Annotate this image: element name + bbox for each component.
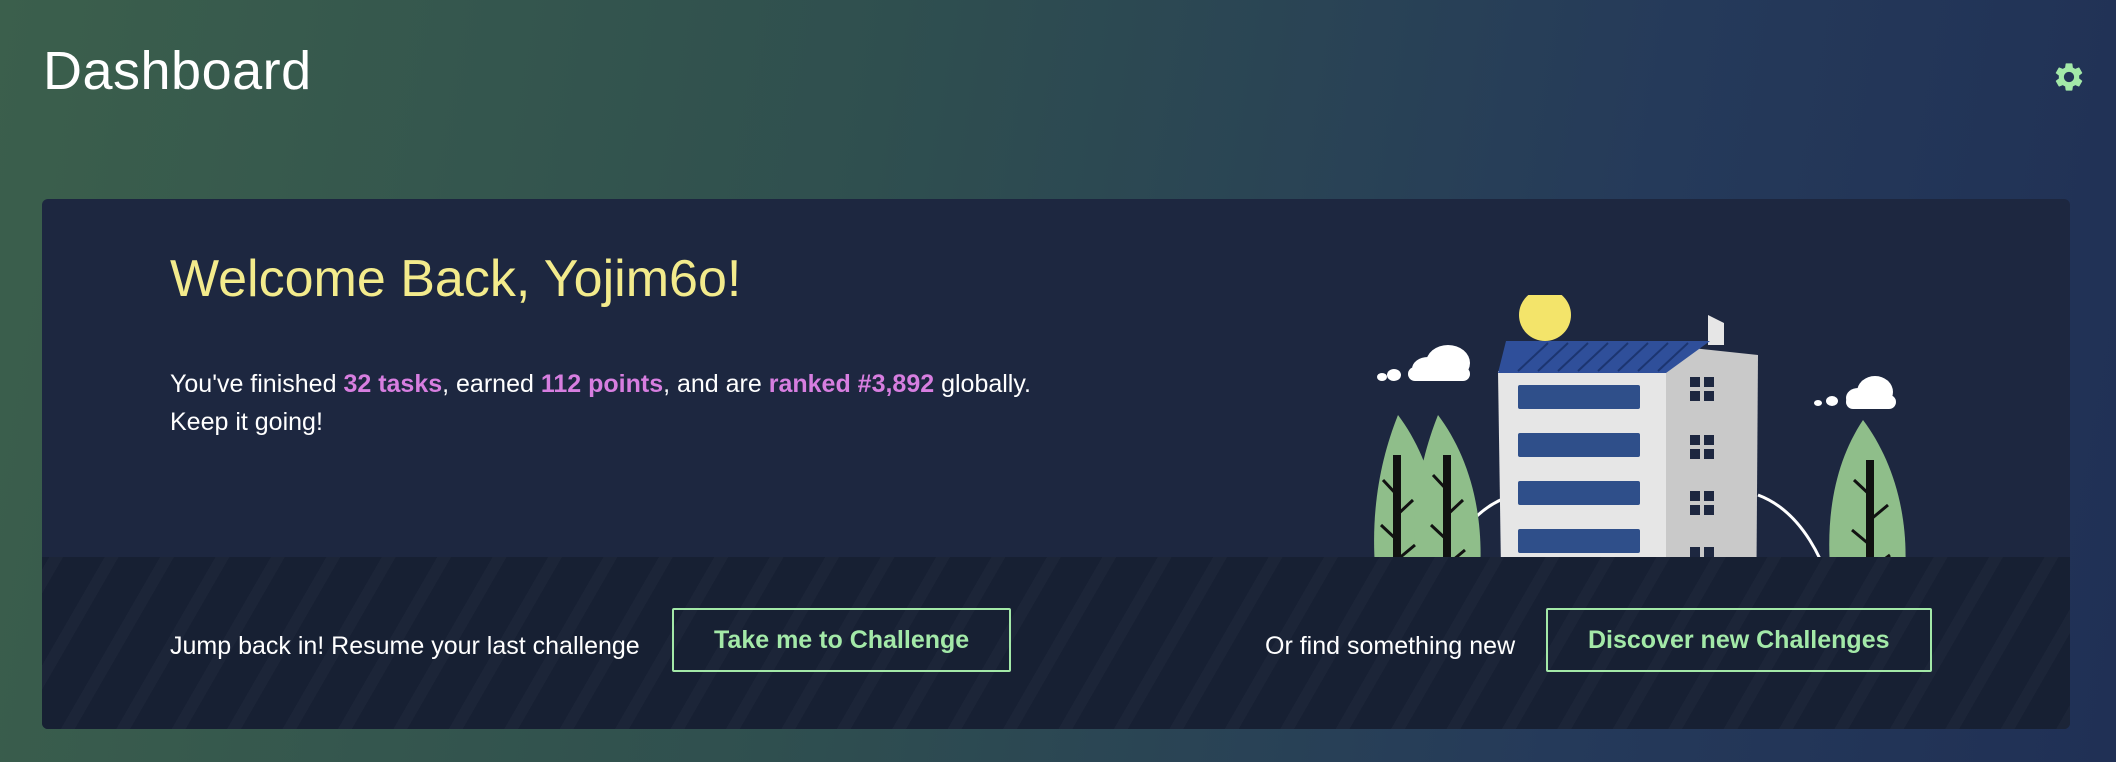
resume-prompt: Jump back in! Resume your last challenge <box>170 632 640 660</box>
page-title: Dashboard <box>43 41 312 101</box>
take-me-to-challenge-button[interactable]: Take me to Challenge <box>672 608 1012 672</box>
tasks-count: 32 tasks <box>343 370 443 398</box>
welcome-heading: Welcome Back, Yojim6o! <box>170 250 742 308</box>
global-rank: ranked #3,892 <box>768 370 935 398</box>
points-count: 112 points <box>540 370 664 398</box>
welcome-card: Welcome Back, Yojim6o! You've finished 3… <box>42 199 2070 729</box>
discover-new-challenges-button[interactable]: Discover new Challenges <box>1546 608 1932 672</box>
encouragement-text: Keep it going! <box>170 408 323 436</box>
summary-text: globally. <box>934 370 1031 398</box>
summary-text: , and are <box>663 370 769 398</box>
summary-text: , earned <box>442 370 541 398</box>
summary-text: You've finished <box>170 370 344 398</box>
discover-prompt: Or find something new <box>1265 632 1516 660</box>
gear-icon[interactable] <box>2052 60 2086 94</box>
progress-summary: You've finished 32 tasks, earned 112 poi… <box>170 365 1031 441</box>
card-footer: Jump back in! Resume your last challenge… <box>42 557 2070 729</box>
